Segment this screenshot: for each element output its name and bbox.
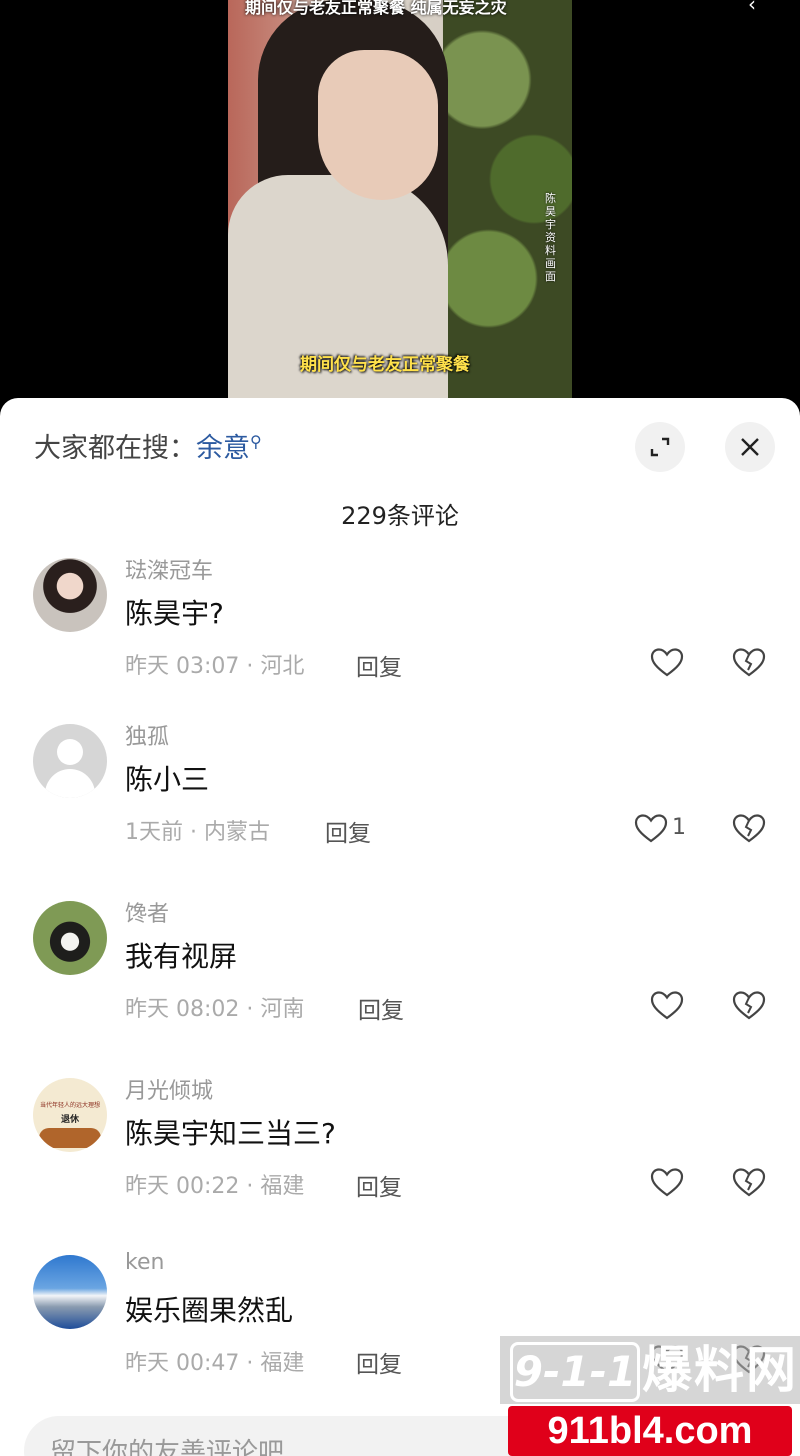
search-icon[interactable]: ⚲ <box>250 432 262 451</box>
watermark-domain: 911bl4.com <box>508 1406 792 1456</box>
comment-meta: 1天前 · 内蒙古 <box>125 820 270 845</box>
watermark-top: 9-1-1 爆料网 <box>500 1336 800 1404</box>
comment-text: 我有视屏 <box>125 940 238 973</box>
avatar[interactable] <box>33 901 107 975</box>
like-count: 1 <box>672 815 686 840</box>
watermark-brand: 爆料网 <box>642 1341 798 1399</box>
avatar[interactable] <box>33 1255 107 1329</box>
broken-heart-icon[interactable] <box>732 1166 766 1200</box>
heart-icon[interactable] <box>650 989 684 1023</box>
comment-meta: 昨天 08:02 · 河南 <box>125 997 305 1022</box>
comment-username[interactable]: 馋者 <box>125 896 169 928</box>
trending-search-term[interactable]: 余意 <box>196 433 250 464</box>
comment-text: 娱乐圈果然乱 <box>125 1294 294 1327</box>
watermark: 9-1-1 爆料网 911bl4.com <box>500 1336 800 1456</box>
back-icon[interactable]: ‹ <box>748 0 756 16</box>
comment-username[interactable]: 琺滐冠车 <box>125 553 213 585</box>
heart-icon[interactable] <box>650 646 684 680</box>
comment-username[interactable]: 独孤 <box>125 719 169 751</box>
avatar[interactable]: 当代年轻人的远大理想 退休 <box>33 1078 107 1152</box>
video-person-face <box>318 50 438 200</box>
comment-username[interactable]: ken <box>125 1250 164 1275</box>
avatar[interactable] <box>33 724 107 798</box>
broken-heart-icon[interactable] <box>732 812 766 846</box>
close-button[interactable] <box>725 422 775 472</box>
comment-sheet: 大家都在搜：余意⚲ 229条评论 琺滐冠车 陈昊宇? 昨天 03:07 · 河北… <box>0 398 800 1456</box>
trending-search: 大家都在搜：余意⚲ <box>34 426 262 465</box>
comment-meta: 昨天 03:07 · 河北 <box>125 654 305 679</box>
broken-heart-icon[interactable] <box>732 989 766 1023</box>
avatar-title: 退休 <box>60 1115 79 1125</box>
comment-item: 琺滐冠车 陈昊宇? 昨天 03:07 · 河北 回复 <box>0 558 800 728</box>
comment-meta: 昨天 00:47 · 福建 <box>125 1351 305 1376</box>
expand-button[interactable] <box>635 422 685 472</box>
reply-button[interactable]: 回复 <box>356 1168 402 1202</box>
comment-username[interactable]: 月光倾城 <box>125 1073 213 1105</box>
comment-text: 陈昊宇? <box>125 597 224 630</box>
close-icon <box>741 438 759 456</box>
comment-text: 陈昊宇知三当三? <box>125 1117 336 1150</box>
watermark-logo: 9-1-1 <box>510 1342 640 1402</box>
default-avatar-body <box>45 769 95 798</box>
avatar[interactable] <box>33 558 107 632</box>
video-side-label: 陈昊宇资料画面 <box>545 192 556 283</box>
reply-button[interactable]: 回复 <box>358 991 404 1025</box>
comment-text: 陈小三 <box>125 763 210 796</box>
reply-button[interactable]: 回复 <box>356 648 402 682</box>
trending-search-label: 大家都在搜： <box>34 433 196 464</box>
default-avatar-head <box>57 739 83 765</box>
comment-item: 馋者 我有视屏 昨天 08:02 · 河南 回复 <box>0 901 800 1071</box>
avatar-crowd <box>39 1128 101 1148</box>
comment-item: 当代年轻人的远大理想 退休 月光倾城 陈昊宇知三当三? 昨天 00:22 · 福… <box>0 1078 800 1248</box>
video-top-text: 期间仅与老友正常聚餐 纯属无妄之灾 <box>245 0 507 17</box>
heart-icon[interactable] <box>650 1166 684 1200</box>
video-player[interactable]: 期间仅与老友正常聚餐 纯属无妄之灾 陈昊宇资料画面 期间仅与老友正常聚餐 ‹ <box>0 0 800 420</box>
comment-item: 独孤 陈小三 1天前 · 内蒙古 回复 1 <box>0 724 800 894</box>
reply-button[interactable]: 回复 <box>356 1345 402 1379</box>
comment-input-placeholder: 留下你的友善评论吧 <box>50 1438 285 1456</box>
video-caption: 期间仅与老友正常聚餐 <box>300 355 470 375</box>
comment-count: 229条评论 <box>341 502 459 530</box>
avatar-caption: 当代年轻人的远大理想 <box>39 1102 100 1109</box>
expand-icon <box>650 437 670 457</box>
heart-icon[interactable] <box>634 812 668 846</box>
reply-button[interactable]: 回复 <box>325 814 371 848</box>
video-frame <box>228 0 572 398</box>
comment-meta: 昨天 00:22 · 福建 <box>125 1174 305 1199</box>
broken-heart-icon[interactable] <box>732 646 766 680</box>
